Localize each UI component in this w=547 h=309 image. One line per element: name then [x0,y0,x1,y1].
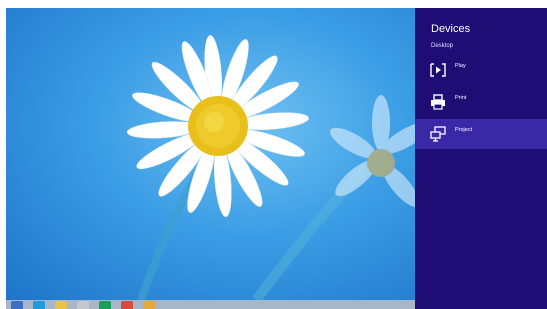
printer-icon [431,94,445,110]
device-item-project[interactable]: Project [415,119,547,149]
device-label-play: Play [455,63,466,69]
device-label-project: Project [455,127,473,133]
daisy-wallpaper-graphic [126,35,415,300]
store-icon[interactable] [99,301,111,309]
internet-explorer-icon[interactable] [33,301,45,309]
file-explorer-icon[interactable] [55,301,67,309]
device-item-play[interactable]: Play [415,55,547,85]
desktop-wallpaper [6,8,415,300]
paint-icon[interactable] [77,301,89,309]
play-icon [430,63,446,77]
charm-subtitle: Desktop [431,43,454,49]
windows-start-icon[interactable] [11,301,23,309]
device-item-print[interactable]: Print [415,87,547,117]
devices-charm-pane: Devices Desktop Play Print Project [415,8,547,309]
chrome-icon[interactable] [143,301,155,309]
taskbar [6,300,415,309]
project-icon [430,126,446,142]
charm-title: Devices [431,23,471,35]
cropped-top-strip [0,0,547,8]
device-label-print: Print [455,95,467,101]
media-icon[interactable] [121,301,133,309]
